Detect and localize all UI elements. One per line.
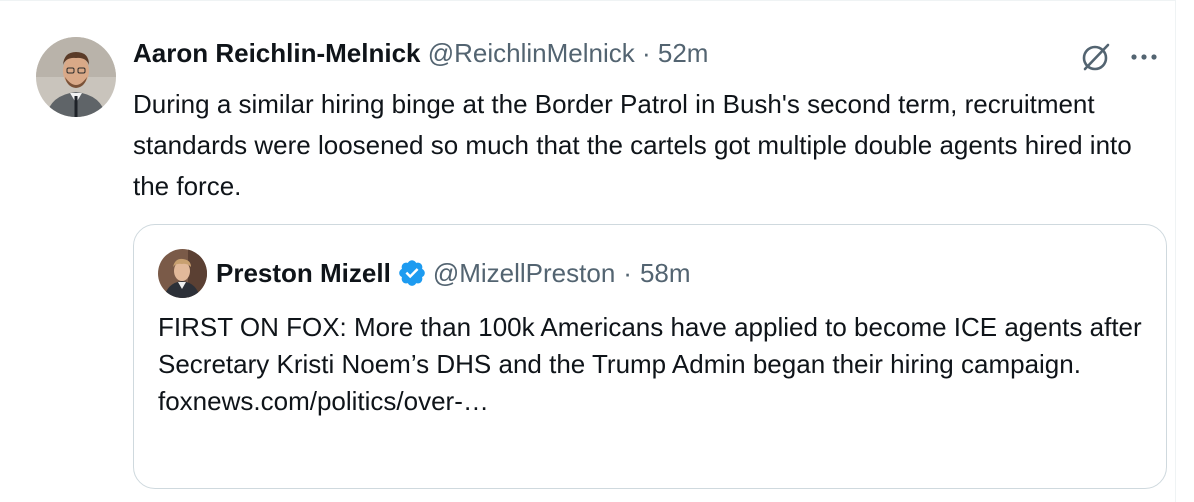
tweet-header: Aaron Reichlin-Melnick @ReichlinMelnick … <box>133 35 708 71</box>
tweet-card[interactable]: Aaron Reichlin-Melnick @ReichlinMelnick … <box>0 0 1176 502</box>
quoted-tweet-text: FIRST ON FOX: More than 100k Americans h… <box>158 312 1142 379</box>
quoted-author-handle[interactable]: @MizellPreston <box>433 255 615 291</box>
quoted-tweet-body: FIRST ON FOX: More than 100k Americans h… <box>158 309 1148 420</box>
tweet-time[interactable]: 52m <box>658 38 709 68</box>
tweet-text: During a similar hiring binge at the Bor… <box>133 89 1132 201</box>
grok-icon[interactable] <box>1078 39 1114 75</box>
author-avatar[interactable] <box>36 37 116 117</box>
more-options-icon[interactable] <box>1126 39 1162 75</box>
quoted-author-name[interactable]: Preston Mizell <box>216 255 391 291</box>
quoted-author-avatar[interactable] <box>158 249 207 298</box>
separator-dot: · <box>623 258 632 288</box>
quoted-tweet-time[interactable]: 58m <box>640 255 691 291</box>
author-handle[interactable]: @ReichlinMelnick <box>428 38 635 68</box>
author-name[interactable]: Aaron Reichlin-Melnick <box>133 38 421 68</box>
separator-dot: · <box>641 38 651 68</box>
verified-badge-icon[interactable] <box>397 258 427 288</box>
quoted-tweet-header: Preston Mizell @MizellPreston · 58m <box>216 255 691 291</box>
quoted-tweet[interactable]: Preston Mizell @MizellPreston · 58m FIRS… <box>133 224 1167 489</box>
quoted-tweet-link[interactable]: foxnews.com/politics/over-… <box>158 383 1148 420</box>
